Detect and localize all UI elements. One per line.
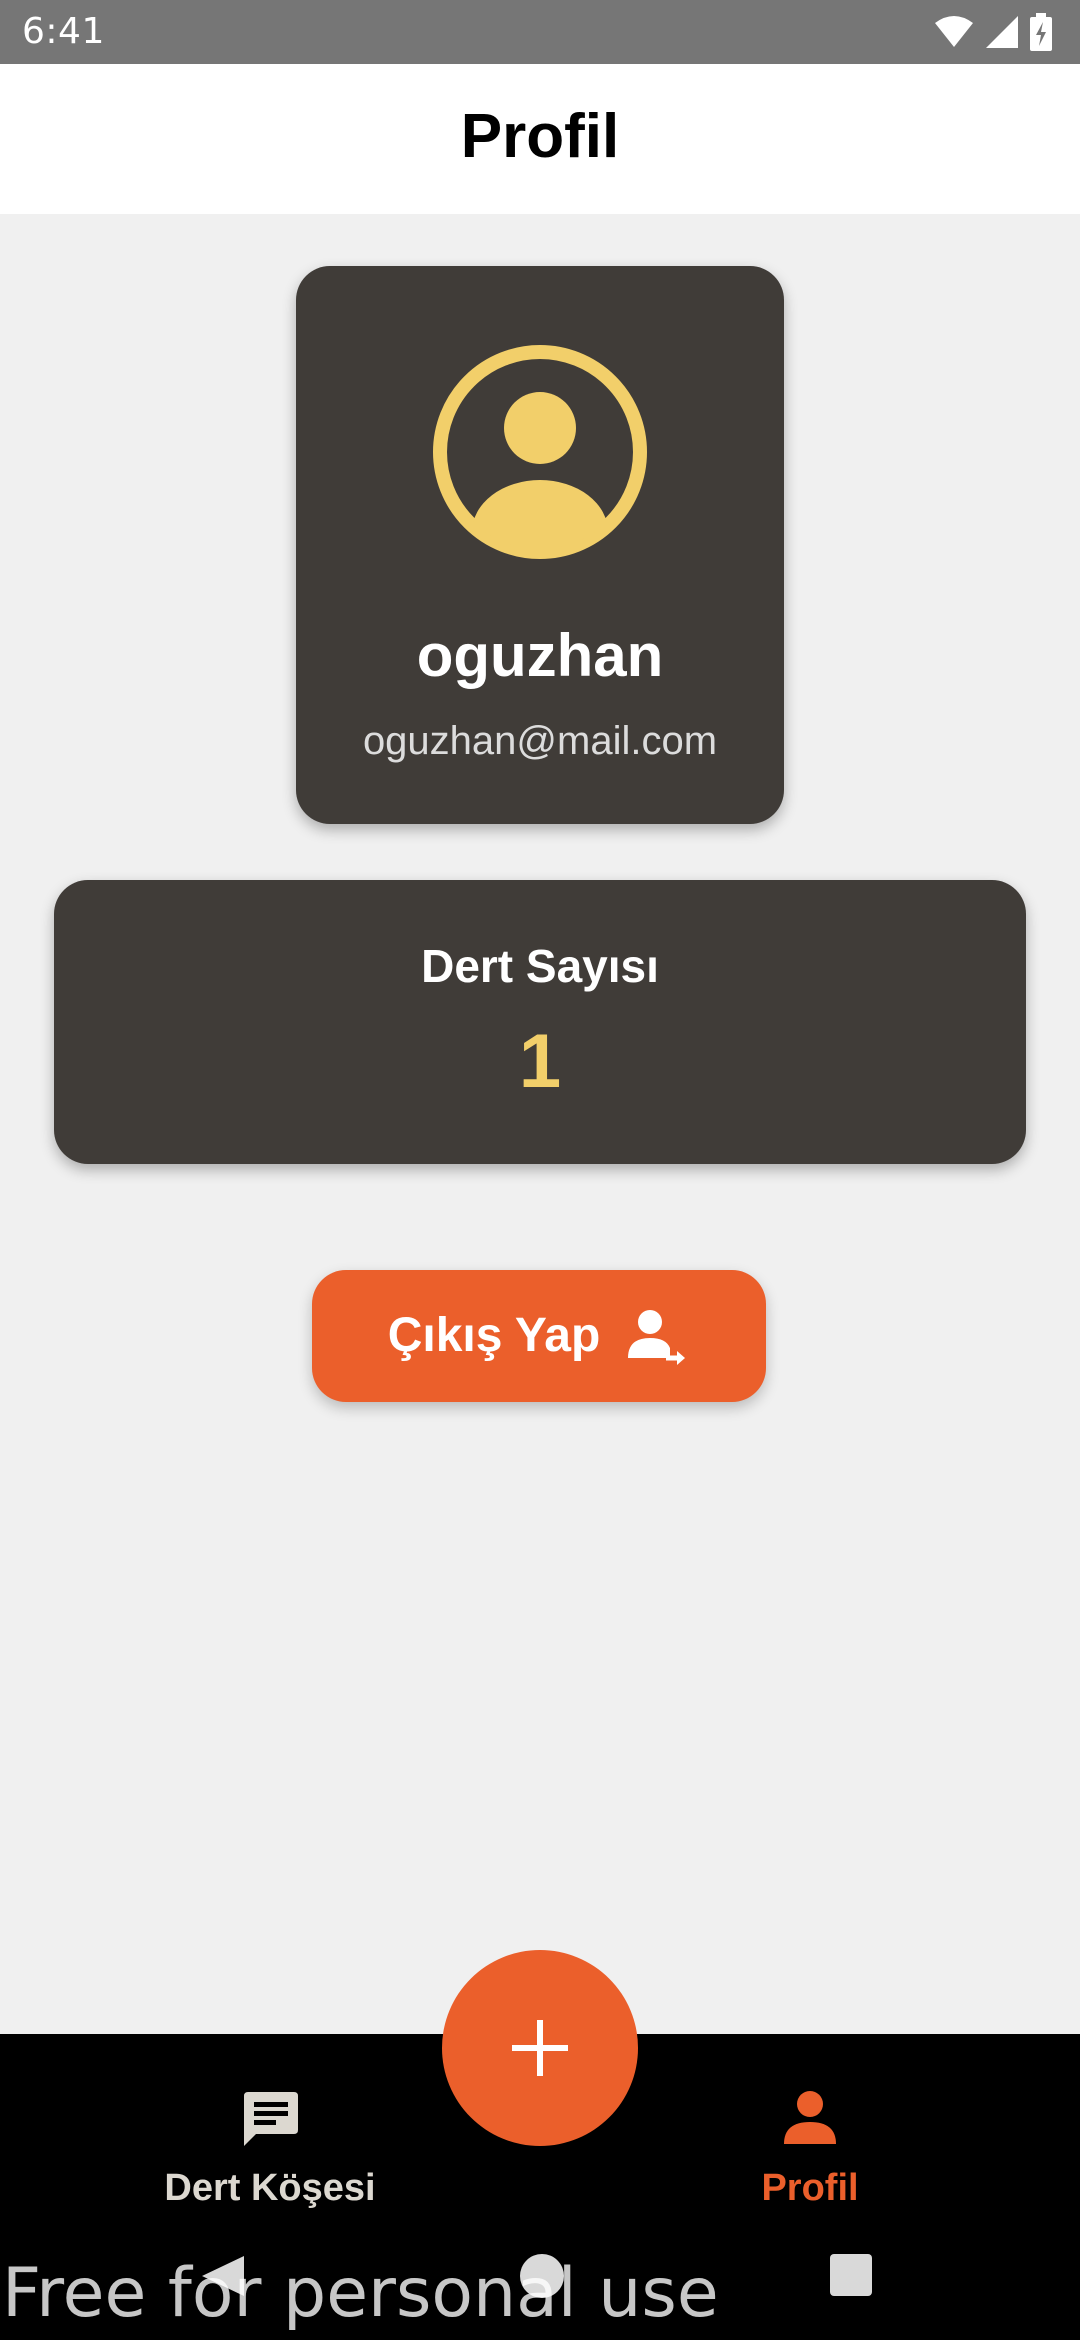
profile-username: oguzhan <box>416 622 664 689</box>
nav-label-profil: Profil <box>761 2167 859 2209</box>
status-icons <box>934 12 1052 52</box>
app-header: Profil <box>0 64 1080 214</box>
home-icon[interactable] <box>520 2254 564 2298</box>
page-title: Profil <box>460 102 620 171</box>
stats-value: 1 <box>518 1019 562 1104</box>
nav-item-profil[interactable]: Profil <box>650 2070 970 2220</box>
user-circle-icon <box>433 345 647 559</box>
profile-screen: 6:41 Profil oguzhan oguzhan@mail.com Der… <box>0 0 1080 2340</box>
stats-label: Dert Sayısı <box>421 940 659 992</box>
add-dert-button[interactable] <box>442 1950 638 2146</box>
profile-card: oguzhan oguzhan@mail.com <box>296 266 784 824</box>
recents-icon[interactable] <box>830 2254 872 2296</box>
nav-label-dert-kosesi: Dert Köşesi <box>164 2167 376 2209</box>
logout-label: Çıkış Yap <box>387 1309 601 1362</box>
status-time: 6:41 <box>22 11 105 52</box>
back-icon[interactable] <box>198 2254 248 2298</box>
user-logout-icon <box>628 1310 686 1365</box>
chat-message-icon <box>244 2092 298 2146</box>
nav-item-dert-kosesi[interactable]: Dert Köşesi <box>110 2070 430 2220</box>
plus-icon <box>512 2020 568 2076</box>
logout-button[interactable]: Çıkış Yap <box>312 1270 766 1402</box>
battery-charging-icon <box>1030 13 1052 51</box>
status-bar: 6:41 <box>0 0 1080 64</box>
person-icon <box>784 2091 836 2144</box>
stats-card: Dert Sayısı 1 <box>54 880 1026 1164</box>
cellular-signal-icon <box>986 16 1018 48</box>
wifi-icon <box>935 16 973 47</box>
profile-email: oguzhan@mail.com <box>362 719 718 763</box>
